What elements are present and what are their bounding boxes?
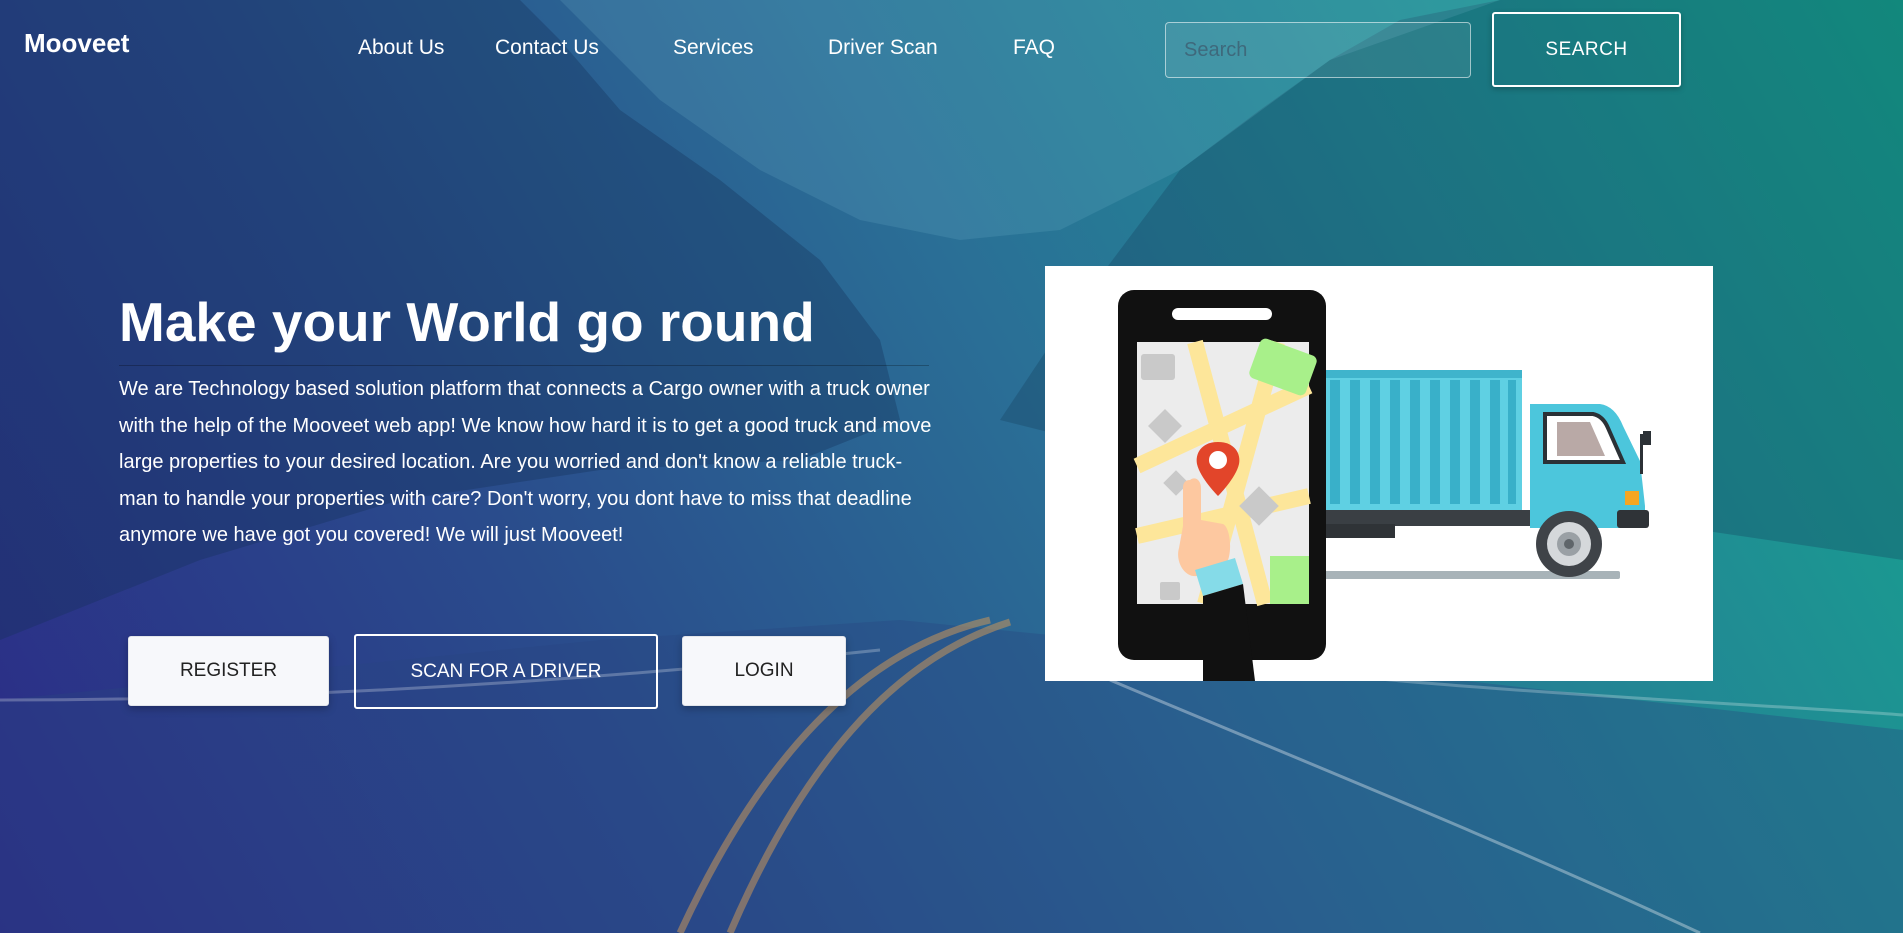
phone-map-truck-illustration xyxy=(1045,266,1713,681)
nav-link-driver-scan[interactable]: Driver Scan xyxy=(828,36,938,60)
top-navigation: Mooveet About Us Contact Us Services Dri… xyxy=(0,0,1903,100)
illustration-svg xyxy=(1118,290,1651,681)
hero-description: We are Technology based solution platfor… xyxy=(119,378,932,547)
brand-logo[interactable]: Mooveet xyxy=(24,28,129,59)
search-button[interactable]: SEARCH xyxy=(1492,12,1681,87)
hero-title: Make your World go round xyxy=(119,291,815,353)
register-button[interactable]: REGISTER xyxy=(128,636,329,706)
scan-for-driver-button[interactable]: SCAN FOR A DRIVER xyxy=(354,634,658,709)
nav-link-about-us[interactable]: About Us xyxy=(358,36,444,60)
login-button[interactable]: LOGIN xyxy=(682,636,846,706)
hero-divider xyxy=(119,365,929,366)
nav-link-services[interactable]: Services xyxy=(673,36,754,60)
nav-link-contact-us[interactable]: Contact Us xyxy=(495,36,599,60)
nav-link-faq[interactable]: FAQ xyxy=(1013,36,1055,60)
search-input[interactable] xyxy=(1165,22,1471,78)
